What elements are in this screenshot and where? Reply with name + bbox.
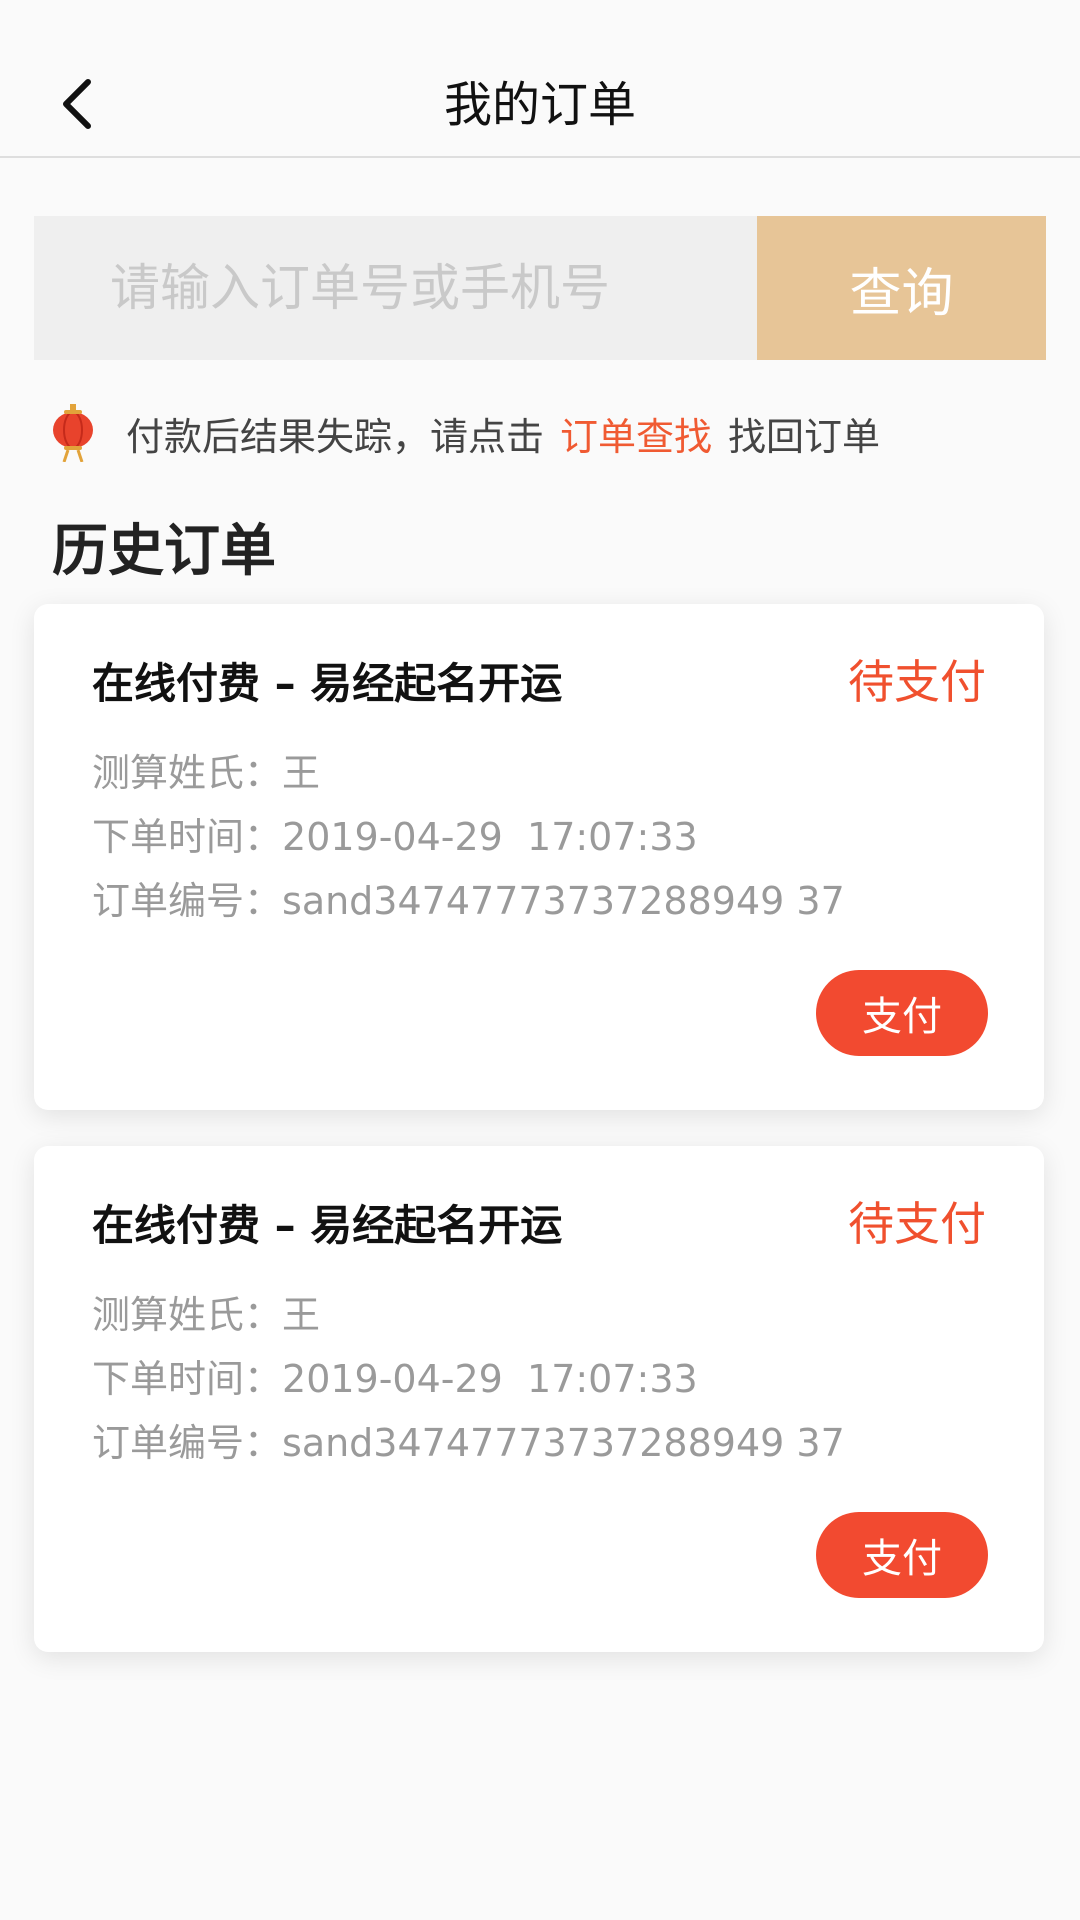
- notice-text: 付款后结果失踪，请点击: [126, 414, 545, 459]
- time-value: 2019-04-29 17:07:33: [282, 1357, 698, 1401]
- surname-value: 王: [282, 1293, 321, 1337]
- order-status: 待支付: [848, 655, 986, 709]
- order-time: 下单时间：2019-04-29 17:07:33: [92, 806, 698, 861]
- order-no-label: 订单编号：: [92, 1421, 283, 1465]
- order-title: 在线付费 – 易经起名开运: [92, 659, 563, 708]
- order-lookup-link[interactable]: 订单查找: [560, 406, 712, 461]
- search-bar: 查询: [34, 216, 1046, 360]
- order-title: 在线付费 – 易经起名开运: [92, 1201, 563, 1250]
- page-title: 我的订单: [443, 77, 636, 133]
- order-card: 在线付费 – 易经起名开运 待支付 测算姓氏：王 下单时间：2019-04-29…: [34, 604, 1044, 1110]
- order-surname: 测算姓氏：王: [92, 742, 320, 797]
- surname-label: 测算姓氏：: [92, 1293, 283, 1337]
- notice-bar: 付款后结果失踪，请点击 订单查找 找回订单: [50, 398, 880, 468]
- search-button[interactable]: 查询: [757, 216, 1046, 360]
- time-value: 2019-04-29 17:07:33: [282, 815, 698, 859]
- nav-bar: 我的订单: [0, 0, 1080, 158]
- pay-button[interactable]: 支付: [816, 1512, 988, 1598]
- order-time: 下单时间：2019-04-29 17:07:33: [92, 1348, 698, 1403]
- search-input[interactable]: [34, 216, 757, 360]
- time-label: 下单时间：: [92, 815, 283, 859]
- order-surname: 测算姓氏：王: [92, 1284, 320, 1339]
- order-status: 待支付: [848, 1197, 986, 1251]
- order-card: 在线付费 – 易经起名开运 待支付 测算姓氏：王 下单时间：2019-04-29…: [34, 1146, 1044, 1652]
- notice-text-end: 找回订单: [728, 414, 881, 459]
- surname-label: 测算姓氏：: [92, 751, 283, 795]
- order-no-value: sand34747773737288949 37: [282, 1421, 845, 1465]
- order-number: 订单编号：sand34747773737288949 37: [92, 1412, 845, 1467]
- order-no-label: 订单编号：: [92, 879, 283, 923]
- order-no-value: sand34747773737288949 37: [282, 879, 845, 923]
- lantern-icon: [53, 404, 93, 462]
- surname-value: 王: [282, 751, 321, 795]
- section-title: 历史订单: [52, 519, 276, 584]
- order-number: 订单编号：sand34747773737288949 37: [92, 870, 845, 925]
- pay-button[interactable]: 支付: [816, 970, 988, 1056]
- time-label: 下单时间：: [92, 1357, 283, 1401]
